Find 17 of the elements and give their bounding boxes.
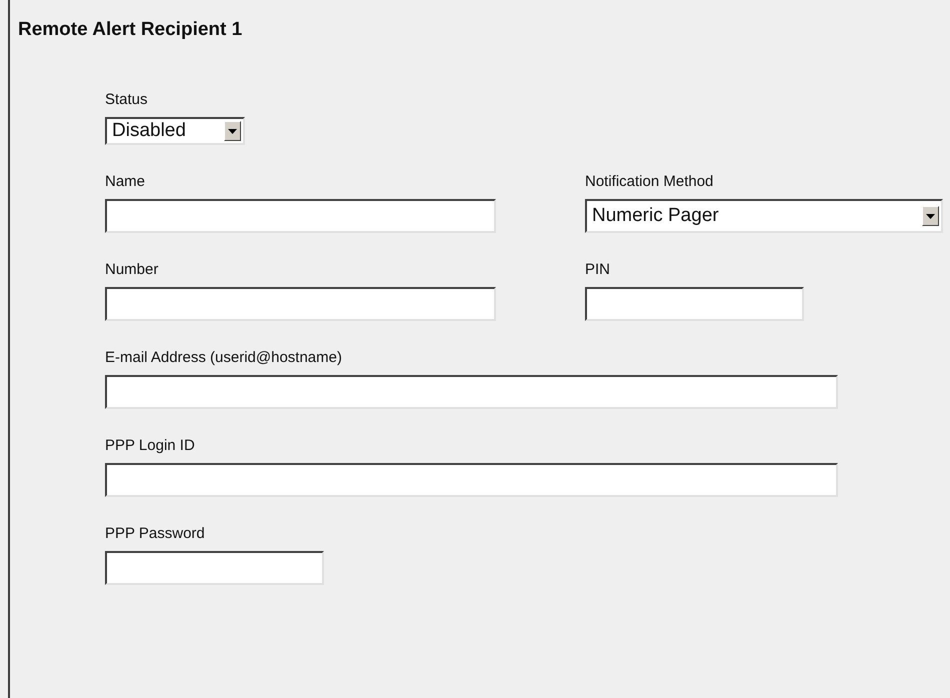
field-label: Status [105, 91, 149, 109]
input-field[interactable] [585, 287, 804, 321]
input-field[interactable] [105, 375, 838, 409]
dropdown[interactable]: Disabled [105, 117, 245, 145]
field-label: PPP Login ID [105, 437, 196, 455]
input-field[interactable] [105, 199, 496, 233]
input-field[interactable] [105, 287, 496, 321]
field-label: PIN [585, 261, 612, 279]
field-label: Notification Method [585, 173, 714, 191]
input-field[interactable] [105, 463, 838, 497]
field-label: E-mail Address (userid@hostname) [105, 349, 343, 367]
field-label: Name [105, 173, 146, 191]
section-title: Remote Alert Recipient 1 [18, 18, 244, 42]
input-field[interactable] [105, 551, 324, 585]
field-label: Number [105, 261, 160, 279]
dropdown[interactable]: Numeric Pager [585, 199, 943, 233]
field-label: PPP Password [105, 525, 206, 543]
